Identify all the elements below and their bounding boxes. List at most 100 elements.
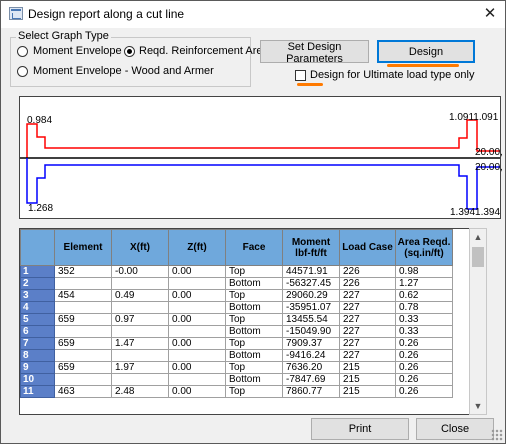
ultimate-load-label[interactable]: Design for Ultimate load type only (310, 69, 474, 81)
cell-load-case[interactable]: 227 (339, 325, 396, 338)
cell-x[interactable] (111, 325, 169, 338)
cell-area[interactable]: 0.78 (395, 301, 453, 314)
cell-load-case[interactable]: 227 (339, 313, 396, 326)
cell-element[interactable]: 352 (54, 265, 112, 278)
print-button[interactable]: Print (311, 418, 409, 440)
cell-z[interactable] (168, 349, 226, 362)
cell-z[interactable] (168, 373, 226, 386)
cell-moment[interactable]: -9416.24 (282, 349, 340, 362)
cell-face[interactable]: Top (225, 361, 283, 374)
row-number[interactable]: 4 (20, 301, 55, 314)
column-header-area[interactable]: Area Reqd.(sq.in/ft) (395, 229, 453, 266)
column-header-load-case[interactable]: Load Case (339, 229, 396, 266)
table-row[interactable]: 7 659 1.47 0.00 Top 7909.37 227 0.26 (20, 337, 453, 350)
cell-face[interactable]: Top (225, 265, 283, 278)
cell-area[interactable]: 0.26 (395, 385, 453, 398)
design-button[interactable]: Design (377, 40, 475, 63)
cell-moment[interactable]: 7860.77 (282, 385, 340, 398)
cell-x[interactable] (111, 301, 169, 314)
cell-load-case[interactable]: 215 (339, 373, 396, 386)
cell-moment[interactable]: -7847.69 (282, 373, 340, 386)
row-number[interactable]: 10 (20, 373, 55, 386)
cell-moment[interactable]: -15049.90 (282, 325, 340, 338)
table-row[interactable]: 3 454 0.49 0.00 Top 29060.29 227 0.62 (20, 289, 453, 302)
cell-moment[interactable]: 29060.29 (282, 289, 340, 302)
cell-z[interactable]: 0.00 (168, 313, 226, 326)
cell-face[interactable]: Top (225, 337, 283, 350)
cell-face[interactable]: Top (225, 313, 283, 326)
cell-area[interactable]: 0.98 (395, 265, 453, 278)
cell-x[interactable]: 1.97 (111, 361, 169, 374)
cell-element[interactable]: 659 (54, 361, 112, 374)
wood-armer-radio[interactable] (17, 66, 28, 77)
reqd-reinforcement-label[interactable]: Reqd. Reinforcement Area (139, 45, 269, 57)
cell-z[interactable]: 0.00 (168, 337, 226, 350)
cell-face[interactable]: Top (225, 289, 283, 302)
cell-load-case[interactable]: 226 (339, 265, 396, 278)
table-row[interactable]: 4 Bottom -35951.07 227 0.78 (20, 301, 453, 314)
row-number[interactable]: 3 (20, 289, 55, 302)
cell-area[interactable]: 0.62 (395, 289, 453, 302)
cell-z[interactable]: 0.00 (168, 361, 226, 374)
cell-face[interactable]: Bottom (225, 277, 283, 290)
table-row[interactable]: 5 659 0.97 0.00 Top 13455.54 227 0.33 (20, 313, 453, 326)
cell-load-case[interactable]: 215 (339, 385, 396, 398)
cell-x[interactable]: 0.97 (111, 313, 169, 326)
cell-moment[interactable]: 7636.20 (282, 361, 340, 374)
cell-moment[interactable]: -35951.07 (282, 301, 340, 314)
column-header-moment[interactable]: Moment lbf-ft/ft (282, 229, 340, 266)
row-number[interactable]: 7 (20, 337, 55, 350)
cell-moment[interactable]: 13455.54 (282, 313, 340, 326)
row-number[interactable]: 5 (20, 313, 55, 326)
cell-face[interactable]: Top (225, 385, 283, 398)
cell-load-case[interactable]: 227 (339, 301, 396, 314)
ultimate-load-checkbox[interactable] (295, 70, 306, 81)
table-row[interactable]: 8 Bottom -9416.24 227 0.26 (20, 349, 453, 362)
cell-moment[interactable]: 44571.91 (282, 265, 340, 278)
row-number[interactable]: 8 (20, 349, 55, 362)
cell-z[interactable] (168, 301, 226, 314)
cell-load-case[interactable]: 226 (339, 277, 396, 290)
cell-x[interactable]: -0.00 (111, 265, 169, 278)
table-row[interactable]: 1 352 -0.00 0.00 Top 44571.91 226 0.98 (20, 265, 453, 278)
moment-envelope-radio[interactable] (17, 46, 28, 57)
scroll-down-icon[interactable]: ▼ (470, 399, 486, 413)
cell-face[interactable]: Bottom (225, 301, 283, 314)
row-number[interactable]: 11 (20, 385, 55, 398)
resize-grip-icon[interactable] (491, 429, 503, 441)
cell-z[interactable] (168, 325, 226, 338)
reqd-reinforcement-radio[interactable] (124, 46, 135, 57)
column-header-x[interactable]: X(ft) (111, 229, 169, 266)
cell-element[interactable]: 454 (54, 289, 112, 302)
cell-area[interactable]: 0.26 (395, 361, 453, 374)
column-header-z[interactable]: Z(ft) (168, 229, 226, 266)
cell-load-case[interactable]: 227 (339, 349, 396, 362)
cell-z[interactable]: 0.00 (168, 265, 226, 278)
cell-z[interactable]: 0.00 (168, 385, 226, 398)
close-window-icon[interactable]: ✕ (475, 3, 505, 25)
table-row[interactable]: 6 Bottom -15049.90 227 0.33 (20, 325, 453, 338)
cell-x[interactable]: 0.49 (111, 289, 169, 302)
cell-load-case[interactable]: 227 (339, 337, 396, 350)
cell-element[interactable]: 659 (54, 313, 112, 326)
cell-area[interactable]: 0.26 (395, 337, 453, 350)
cell-element[interactable]: 659 (54, 337, 112, 350)
table-vertical-scrollbar[interactable]: ▲ ▼ (469, 228, 487, 415)
moment-envelope-label[interactable]: Moment Envelope (33, 45, 122, 57)
cell-element[interactable] (54, 349, 112, 362)
cell-area[interactable]: 0.33 (395, 313, 453, 326)
set-design-parameters-button[interactable]: Set Design Parameters (260, 40, 369, 65)
wood-armer-label[interactable]: Moment Envelope - Wood and Armer (33, 65, 214, 77)
cell-area[interactable]: 0.33 (395, 325, 453, 338)
cell-element[interactable] (54, 277, 112, 290)
cell-area[interactable]: 0.26 (395, 373, 453, 386)
cell-face[interactable]: Bottom (225, 349, 283, 362)
column-header-element[interactable]: Element (54, 229, 112, 266)
cell-x[interactable] (111, 373, 169, 386)
table-row[interactable]: 2 Bottom -56327.45 226 1.27 (20, 277, 453, 290)
cell-face[interactable]: Bottom (225, 325, 283, 338)
cell-x[interactable] (111, 277, 169, 290)
table-row[interactable]: 9 659 1.97 0.00 Top 7636.20 215 0.26 (20, 361, 453, 374)
column-header-face[interactable]: Face (225, 229, 283, 266)
cell-x[interactable]: 2.48 (111, 385, 169, 398)
